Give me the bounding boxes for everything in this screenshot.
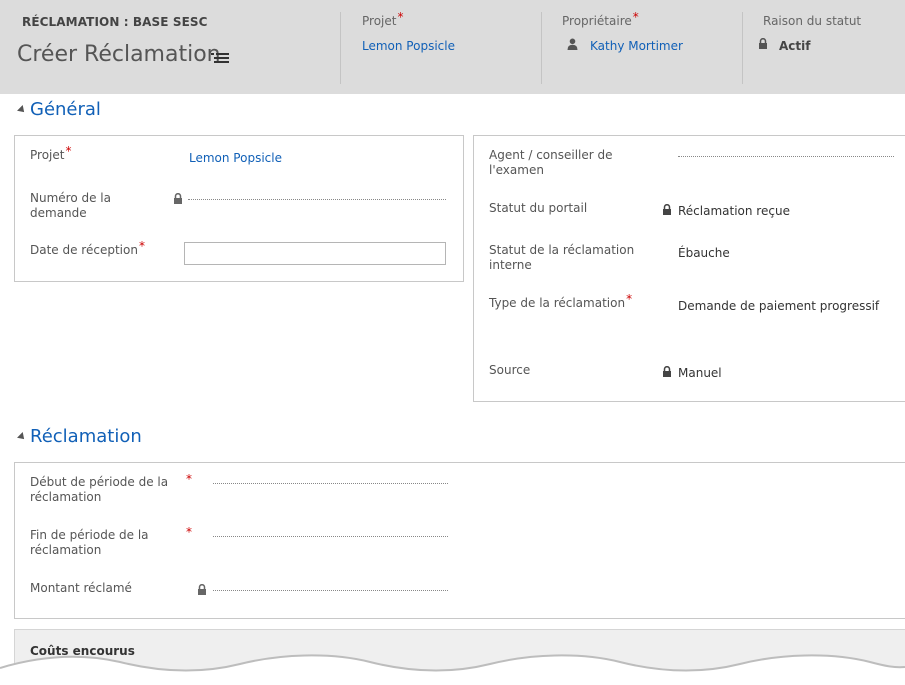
section-title-general[interactable]: Général	[30, 99, 101, 120]
entity-type-label: RÉCLAMATION : BASE SESC	[22, 15, 208, 29]
form-header: RÉCLAMATION : BASE SESC Créer Réclamatio…	[0, 0, 905, 94]
required-marker: *	[186, 472, 192, 486]
section-title-reclamation[interactable]: Réclamation	[30, 426, 142, 447]
header-owner-link[interactable]: Kathy Mortimer	[590, 39, 683, 53]
required-marker: *	[138, 239, 145, 253]
field-label-statut-portail: Statut du portail	[489, 201, 588, 215]
statut-portail-value: Réclamation reçue	[678, 204, 790, 218]
field-label-numero: Numéro de la demande	[30, 191, 111, 220]
general-left-panel: Projet* Lemon Popsicle Numéro de la dema…	[14, 135, 464, 282]
required-marker: *	[65, 144, 72, 158]
collapse-triangle-icon[interactable]	[17, 105, 27, 115]
type-reclamation-value[interactable]: Demande de paiement progressif	[678, 299, 879, 313]
person-icon	[567, 38, 578, 50]
lock-icon	[759, 38, 767, 49]
header-raison-label: Raison du statut	[763, 14, 862, 28]
field-label-fin-periode: Fin de période de la réclamation	[30, 528, 149, 557]
field-label-projet: Projet*	[30, 144, 72, 162]
required-marker: *	[626, 292, 633, 306]
debut-periode-input[interactable]	[213, 483, 448, 484]
general-right-panel: Agent / conseiller de l'examen Statut du…	[473, 135, 905, 402]
required-marker: *	[632, 10, 639, 24]
field-label-type-reclamation: Type de la réclamation*	[489, 292, 633, 310]
collapse-triangle-icon[interactable]	[17, 432, 27, 442]
header-projet-link[interactable]: Lemon Popsicle	[362, 39, 455, 53]
lock-icon	[198, 584, 206, 595]
fin-periode-input[interactable]	[213, 536, 448, 537]
form-title: Créer Réclamation	[17, 42, 221, 67]
header-status-reason-value: Actif	[779, 39, 811, 53]
header-proprietaire-label: Propriétaire*	[562, 10, 639, 28]
field-label-date-reception: Date de réception*	[30, 239, 145, 257]
numero-field-empty	[188, 199, 446, 200]
header-divider	[541, 12, 542, 84]
field-label-statut-interne: Statut de la réclamation interne	[489, 243, 635, 272]
agent-lookup-field[interactable]	[678, 156, 894, 157]
header-divider	[340, 12, 341, 84]
header-projet-label: Projet*	[362, 10, 404, 28]
statut-interne-value[interactable]: Ébauche	[678, 246, 730, 260]
header-divider	[742, 12, 743, 84]
projet-lookup-link[interactable]: Lemon Popsicle	[189, 151, 282, 165]
field-label-agent: Agent / conseiller de l'examen	[489, 148, 613, 177]
date-reception-input[interactable]	[184, 242, 446, 265]
reclamation-panel: Début de période de la réclamation * Fin…	[14, 462, 905, 619]
required-marker: *	[397, 10, 404, 24]
required-marker: *	[186, 525, 192, 539]
field-label-source: Source	[489, 363, 531, 377]
source-value: Manuel	[678, 366, 722, 380]
montant-field-empty	[213, 590, 448, 591]
torn-edge-decoration	[0, 654, 905, 685]
lock-icon	[174, 193, 182, 204]
field-label-montant: Montant réclamé	[30, 581, 132, 595]
lock-icon	[663, 366, 671, 377]
field-label-debut-periode: Début de période de la réclamation	[30, 475, 169, 504]
hamburger-menu-icon[interactable]	[211, 51, 229, 65]
lock-icon	[663, 204, 671, 215]
